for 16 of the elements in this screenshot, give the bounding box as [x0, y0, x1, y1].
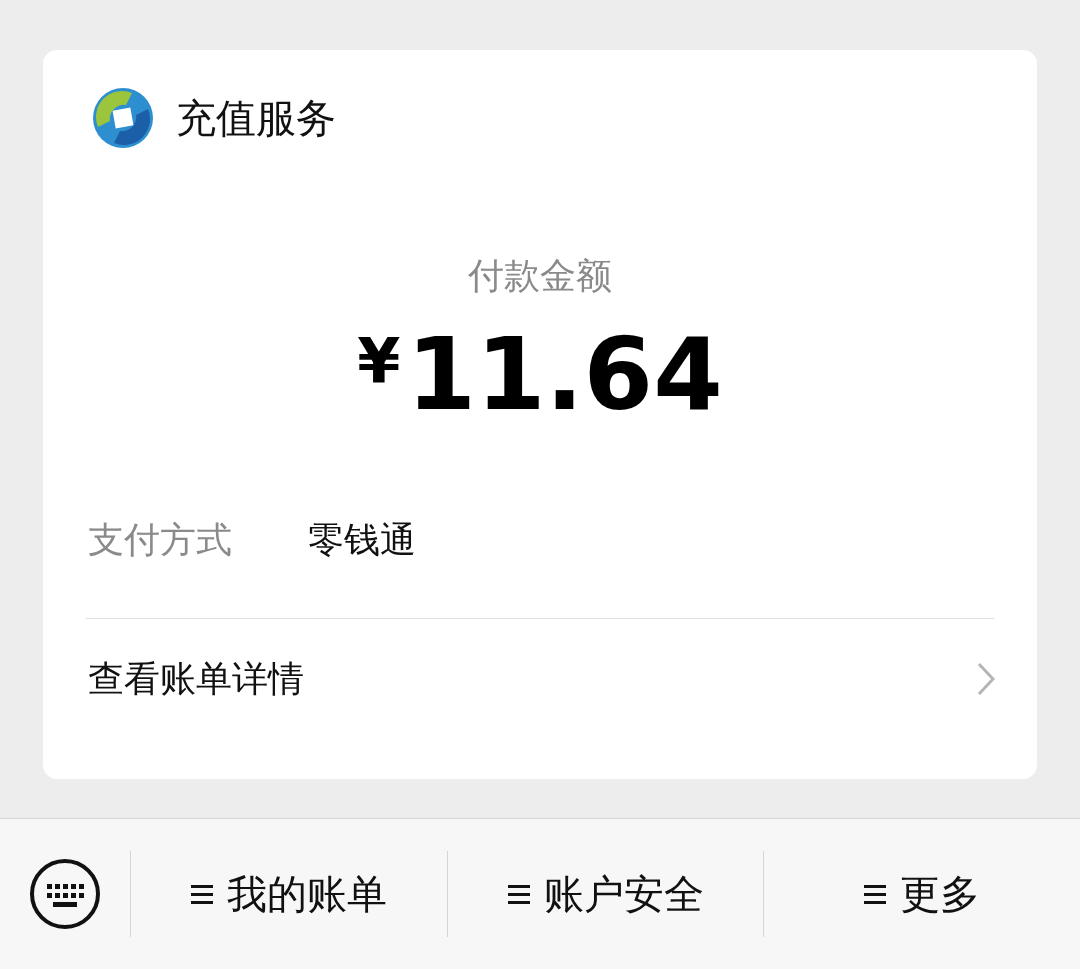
currency-symbol: ¥	[357, 331, 401, 393]
menu-button[interactable]: 账户安全	[507, 864, 704, 924]
menu-icon	[507, 883, 530, 905]
payment-amount: 11.64	[406, 325, 723, 425]
service-title: 充值服务	[176, 94, 336, 143]
bill-details-link[interactable]: 查看账单详情	[43, 619, 1037, 739]
menu-button[interactable]: 更多	[864, 864, 981, 924]
field-label: 支付方式	[88, 518, 233, 562]
amount-label: 付款金额	[468, 254, 612, 298]
menu-icon	[190, 883, 213, 905]
menu-icon	[864, 883, 887, 905]
keyboard-icon[interactable]	[29, 858, 101, 930]
menu-button[interactable]: 我的账单	[190, 864, 387, 924]
logo-icon	[92, 87, 154, 149]
chevron-right-icon	[977, 662, 995, 696]
field-value: 零钱通	[308, 518, 416, 562]
